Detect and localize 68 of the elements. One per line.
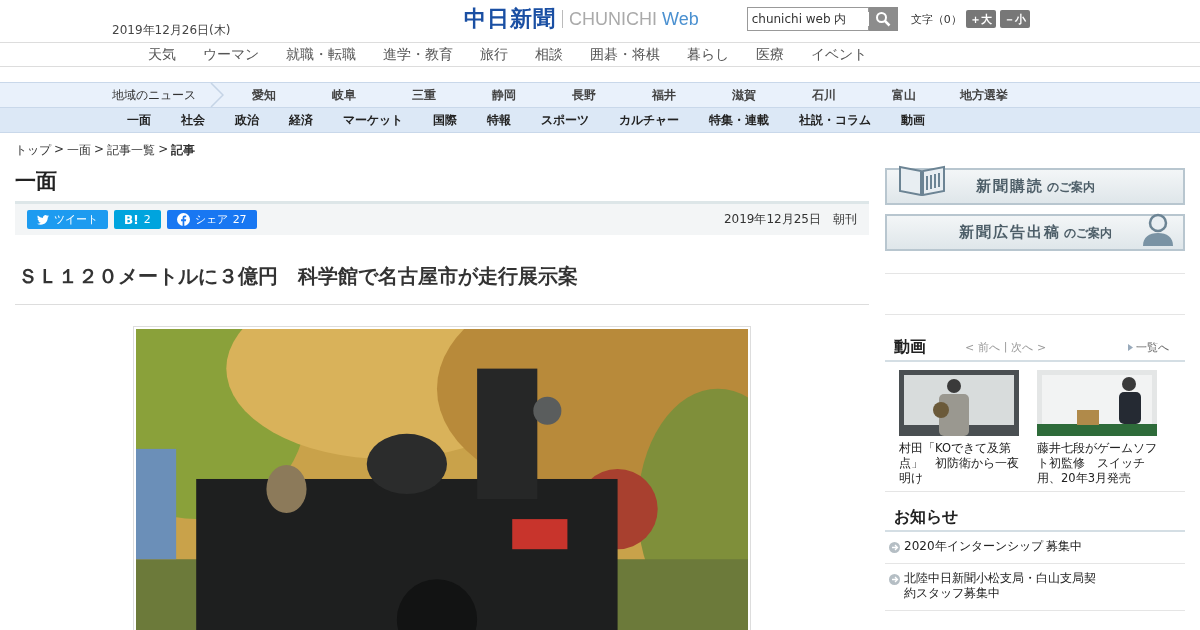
person-icon (1141, 212, 1175, 246)
arrow-icon (889, 542, 900, 553)
notice-link[interactable]: 2020年インターンシップ 募集中 (904, 539, 1104, 554)
region-link[interactable]: 岐阜 (304, 86, 384, 104)
section-link[interactable]: 経済 (274, 111, 328, 129)
breadcrumb-link[interactable]: 記事一覧 (107, 142, 156, 159)
section-link[interactable]: カルチャー (604, 111, 694, 129)
service-link[interactable]: 天気 (148, 45, 176, 64)
region-link[interactable]: 長野 (544, 86, 624, 104)
service-link[interactable]: 医療 (756, 45, 784, 64)
service-link[interactable]: 暮らし (687, 45, 729, 64)
arrow-icon (889, 574, 900, 585)
font-size-button[interactable]: ＋大 (965, 10, 996, 28)
region-link[interactable]: 静岡 (464, 86, 544, 104)
current-date: 2019年12月26日(木) (112, 21, 232, 39)
breadcrumb-separator: > (94, 142, 105, 158)
breadcrumb-link[interactable]: 記事 (171, 142, 196, 159)
section-link[interactable]: 特集・連載 (694, 111, 784, 129)
link-divider: | (1003, 339, 1008, 355)
bird-icon (37, 214, 49, 225)
list-link[interactable]: 一覧へ (1127, 339, 1169, 355)
breadcrumb-link[interactable]: トップ (15, 142, 51, 159)
region-link[interactable]: 滋賀 (704, 86, 784, 104)
section-link[interactable]: 社会 (166, 111, 220, 129)
region-link[interactable]: 愛知 (224, 86, 304, 104)
region-label: 地域のニュース (112, 86, 196, 104)
service-link[interactable]: イベント (811, 45, 867, 64)
region-link[interactable]: 三重 (384, 86, 464, 104)
logo-subtitle: CHUNICHI Web (569, 8, 699, 30)
notices-heading: お知らせ (894, 506, 958, 528)
video-caption[interactable]: 村田「KOできて及第点」 初防衛から一夜明け (899, 441, 1019, 486)
section-link[interactable]: 一面 (112, 111, 166, 129)
region-link[interactable]: 地方選挙 (944, 86, 1024, 104)
triangle-icon (1127, 343, 1133, 351)
service-link[interactable]: 就職・転職 (286, 45, 356, 64)
service-link[interactable]: 進学・教育 (383, 45, 453, 64)
facebook-icon (176, 213, 190, 226)
section-link[interactable]: 国際 (418, 111, 472, 129)
region-link[interactable]: 富山 (864, 86, 944, 104)
service-link[interactable]: ウーマン (203, 45, 259, 64)
section-link[interactable]: マーケット (328, 111, 418, 129)
breadcrumb-separator: > (54, 142, 65, 158)
section-link[interactable]: スポーツ (526, 111, 604, 129)
video-caption[interactable]: 藤井七段がゲームソフト初監修 スイッチ用、20年3月発売 (1037, 441, 1157, 486)
banner-link[interactable]: 新聞広告出稿 のご案内 (885, 214, 1185, 251)
section-title: 一面 (15, 168, 58, 195)
section-link[interactable]: 動画 (886, 111, 940, 129)
region-link[interactable]: 石川 (784, 86, 864, 104)
search-icon (875, 11, 892, 27)
font-size-label: 文字（0） (910, 11, 962, 27)
share-button[interactable]: シェア 27 (166, 210, 257, 229)
banner-link[interactable]: 新聞購読 のご案内 (885, 168, 1185, 205)
section-link[interactable]: 社説・コラム (784, 111, 886, 129)
breadcrumb-separator: > (158, 142, 169, 158)
font-size-button[interactable]: －小 (999, 10, 1030, 28)
service-link[interactable]: 囲碁・将棋 (590, 45, 660, 64)
article-headline: ＳＬ１２０メートルに３億円 科学館で名古屋市が走行展示案 (15, 263, 869, 305)
region-link[interactable]: 福井 (624, 86, 704, 104)
search-field[interactable]: chunichi web 内 (746, 7, 869, 31)
video-heading: 動画 (894, 336, 926, 358)
service-link[interactable]: 旅行 (480, 45, 508, 64)
service-link[interactable]: 相談 (535, 45, 563, 64)
breadcrumb-link[interactable]: 一面 (67, 142, 92, 159)
article-date: 2019年12月25日 朝刊 (723, 211, 857, 228)
section-link[interactable]: 政治 (220, 111, 274, 129)
notice-link[interactable]: 北陸中日新聞小松支局・白山支局契約スタッフ募集中 (904, 571, 1104, 601)
section-link[interactable]: 特報 (472, 111, 526, 129)
logo-title[interactable]: 中日新聞 (464, 4, 556, 34)
